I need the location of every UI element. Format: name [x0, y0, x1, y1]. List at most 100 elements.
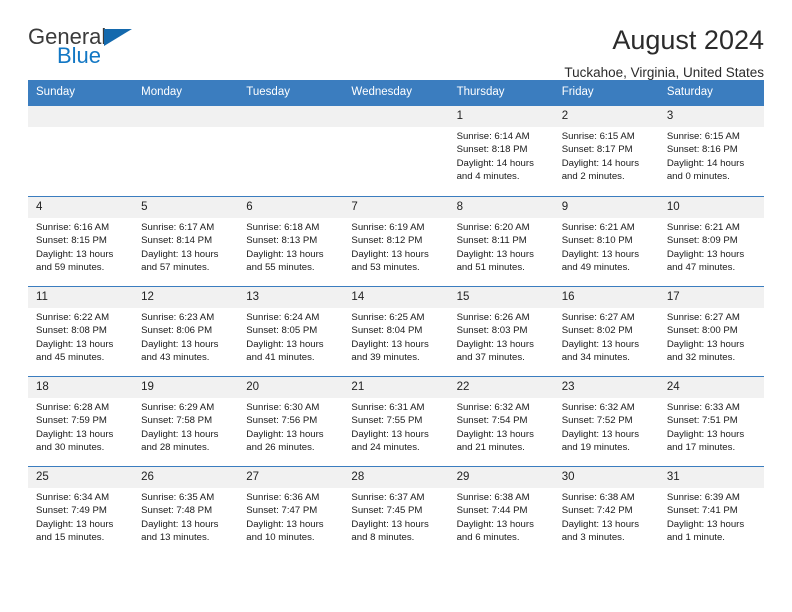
daylight-duration-line2: and 19 minutes. — [561, 442, 630, 454]
day-details: Sunrise: 6:14 AM Sunset: 8:18 PM Daylight:… — [449, 127, 554, 184]
daylight-duration-line2: and 6 minutes. — [456, 532, 520, 544]
day-number: 19 — [133, 376, 239, 398]
sunset-time: Sunset: 8:06 PM — [141, 325, 213, 337]
daylight-duration-line2: and 55 minutes. — [246, 262, 315, 274]
daylight-duration-line1: Daylight: 13 hours — [561, 248, 640, 260]
day-cell[interactable]: 18 Sunrise: 6:28 AM Sunset: 7:59 PM Dayligh… — [28, 376, 134, 466]
day-details: Sunrise: 6:36 AM Sunset: 7:47 PM Daylight:… — [238, 488, 343, 545]
weekday-header-friday: Friday — [561, 86, 594, 98]
day-cell[interactable]: 23 Sunrise: 6:32 AM Sunset: 7:52 PM Dayligh… — [553, 376, 659, 466]
day-cell[interactable]: 24 Sunrise: 6:33 AM Sunset: 7:51 PM Dayligh… — [658, 376, 764, 466]
sunrise-time: Sunrise: 6:29 AM — [141, 401, 215, 413]
day-number: 21 — [343, 376, 449, 398]
sunset-time: Sunset: 8:08 PM — [36, 325, 107, 337]
sunset-time: Sunset: 7:51 PM — [666, 415, 738, 427]
sunset-time: Sunset: 7:41 PM — [666, 505, 738, 517]
day-number: 1 — [448, 105, 554, 127]
day-cell[interactable]: 5 Sunrise: 6:17 AM Sunset: 8:14 PM Daylight… — [133, 196, 239, 286]
day-details: Sunrise: 6:21 AM Sunset: 8:10 PM Daylight:… — [554, 218, 659, 275]
sunrise-time: Sunrise: 6:21 AM — [666, 221, 740, 233]
day-details: Sunrise: 6:24 AM Sunset: 8:05 PM Daylight:… — [238, 308, 343, 365]
sunrise-time: Sunrise: 6:28 AM — [36, 401, 110, 413]
daylight-duration-line1: Daylight: 13 hours — [246, 518, 324, 530]
day-number: 2 — [553, 105, 659, 127]
sunrise-time: Sunrise: 6:32 AM — [561, 401, 635, 413]
day-cell[interactable]: 6 Sunrise: 6:18 AM Sunset: 8:13 PM Daylight… — [238, 196, 344, 286]
sunrise-time: Sunrise: 6:15 AM — [666, 130, 740, 142]
day-cell-empty — [28, 105, 134, 196]
day-cell[interactable]: 21 Sunrise: 6:31 AM Sunset: 7:55 PM Dayligh… — [343, 376, 449, 466]
sunrise-time: Sunrise: 6:23 AM — [141, 311, 215, 323]
day-cell[interactable]: 22 Sunrise: 6:32 AM Sunset: 7:54 PM Dayligh… — [448, 376, 554, 466]
sunrise-time: Sunrise: 6:17 AM — [141, 221, 215, 233]
day-cell[interactable]: 31 Sunrise: 6:39 AM Sunset: 7:41 PM Dayligh… — [658, 466, 764, 556]
day-number: 9 — [553, 196, 659, 218]
weekday-header-wednesday: Wednesday — [351, 86, 412, 98]
day-number: 3 — [658, 105, 764, 127]
day-cell[interactable]: 12 Sunrise: 6:23 AM Sunset: 8:06 PM Dayligh… — [133, 286, 239, 376]
day-cell[interactable]: 14 Sunrise: 6:25 AM Sunset: 8:04 PM Dayligh… — [343, 286, 449, 376]
day-cell[interactable]: 29 Sunrise: 6:38 AM Sunset: 7:44 PM Dayligh… — [448, 466, 554, 556]
day-details: Sunrise: 6:32 AM Sunset: 7:52 PM Daylight:… — [554, 398, 659, 455]
day-number: 8 — [448, 196, 554, 218]
day-cell[interactable]: 4 Sunrise: 6:16 AM Sunset: 8:15 PM Daylight… — [28, 196, 134, 286]
sunset-time: Sunset: 7:45 PM — [351, 505, 423, 517]
sunset-time: Sunset: 7:48 PM — [141, 505, 213, 517]
sunset-time: Sunset: 8:17 PM — [561, 144, 633, 156]
day-details: Sunrise: 6:31 AM Sunset: 7:55 PM Daylight:… — [343, 398, 448, 455]
page-subtitle: Tuckahoe, Virginia, United States — [564, 65, 764, 81]
day-cell[interactable]: 26 Sunrise: 6:35 AM Sunset: 7:48 PM Dayligh… — [133, 466, 239, 556]
weekday-header-saturday: Saturday — [666, 86, 713, 98]
daylight-duration-line1: Daylight: 13 hours — [456, 518, 534, 530]
day-number: 11 — [28, 286, 134, 308]
daylight-duration-line1: Daylight: 13 hours — [36, 518, 114, 530]
day-number: 10 — [658, 196, 764, 218]
day-cell[interactable]: 13 Sunrise: 6:24 AM Sunset: 8:05 PM Dayligh… — [238, 286, 344, 376]
sunset-time: Sunset: 8:02 PM — [561, 325, 633, 337]
day-number — [133, 105, 239, 127]
calendar-grid: Sunday Monday Tuesday Wednesday Thursday… — [28, 80, 764, 556]
day-number: 22 — [448, 376, 554, 398]
day-cell[interactable]: 9 Sunrise: 6:21 AM Sunset: 8:10 PM Daylight… — [553, 196, 659, 286]
day-cell[interactable]: 28 Sunrise: 6:37 AM Sunset: 7:45 PM Dayligh… — [343, 466, 449, 556]
day-cell[interactable]: 1 Sunrise: 6:14 AM Sunset: 8:18 PM Daylight… — [448, 105, 554, 196]
day-cell[interactable]: 11 Sunrise: 6:22 AM Sunset: 8:08 PM Dayligh… — [28, 286, 134, 376]
day-cell[interactable]: 10 Sunrise: 6:21 AM Sunset: 8:09 PM Dayligh… — [658, 196, 764, 286]
day-cell[interactable]: 25 Sunrise: 6:34 AM Sunset: 7:49 PM Dayligh… — [28, 466, 134, 556]
day-details: Sunrise: 6:22 AM Sunset: 8:08 PM Daylight:… — [28, 308, 133, 365]
daylight-duration-line1: Daylight: 13 hours — [141, 248, 219, 260]
sunrise-time: Sunrise: 6:36 AM — [246, 491, 320, 503]
daylight-duration-line1: Daylight: 13 hours — [561, 338, 640, 350]
daylight-duration-line1: Daylight: 13 hours — [456, 338, 534, 350]
day-cell[interactable]: 2 Sunrise: 6:15 AM Sunset: 8:17 PM Daylight… — [553, 105, 659, 196]
day-cell[interactable]: 19 Sunrise: 6:29 AM Sunset: 7:58 PM Dayligh… — [133, 376, 239, 466]
sunset-time: Sunset: 7:42 PM — [561, 505, 633, 517]
sunset-time: Sunset: 7:56 PM — [246, 415, 318, 427]
day-cell[interactable]: 27 Sunrise: 6:36 AM Sunset: 7:47 PM Dayligh… — [238, 466, 344, 556]
day-cell[interactable]: 17 Sunrise: 6:27 AM Sunset: 8:00 PM Dayligh… — [658, 286, 764, 376]
sunset-time: Sunset: 8:03 PM — [456, 325, 528, 337]
sunrise-time: Sunrise: 6:38 AM — [561, 491, 635, 503]
day-cell[interactable]: 30 Sunrise: 6:38 AM Sunset: 7:42 PM Dayligh… — [553, 466, 659, 556]
day-number: 26 — [133, 466, 239, 488]
day-number: 4 — [28, 196, 134, 218]
sunrise-time: Sunrise: 6:32 AM — [456, 401, 530, 413]
day-cell[interactable]: 20 Sunrise: 6:30 AM Sunset: 7:56 PM Dayligh… — [238, 376, 344, 466]
daylight-duration-line1: Daylight: 13 hours — [666, 428, 745, 440]
day-cell[interactable]: 3 Sunrise: 6:15 AM Sunset: 8:16 PM Daylight… — [658, 105, 764, 196]
daylight-duration-line2: and 57 minutes. — [141, 262, 210, 274]
daylight-duration-line1: Daylight: 13 hours — [36, 248, 114, 260]
day-details: Sunrise: 6:15 AM Sunset: 8:17 PM Daylight:… — [554, 127, 659, 184]
daylight-duration-line2: and 28 minutes. — [141, 442, 210, 454]
day-cell[interactable]: 15 Sunrise: 6:26 AM Sunset: 8:03 PM Dayligh… — [448, 286, 554, 376]
day-cell[interactable]: 7 Sunrise: 6:19 AM Sunset: 8:12 PM Daylight… — [343, 196, 449, 286]
sunset-time: Sunset: 8:14 PM — [141, 235, 213, 247]
daylight-duration-line1: Daylight: 13 hours — [351, 428, 429, 440]
day-number: 7 — [343, 196, 449, 218]
general-blue-logo[interactable]: General Blue — [28, 26, 148, 76]
day-cell[interactable]: 16 Sunrise: 6:27 AM Sunset: 8:02 PM Dayligh… — [553, 286, 659, 376]
sunset-time: Sunset: 7:49 PM — [36, 505, 107, 517]
day-cell[interactable]: 8 Sunrise: 6:20 AM Sunset: 8:11 PM Daylight… — [448, 196, 554, 286]
sunset-time: Sunset: 8:18 PM — [456, 144, 528, 156]
day-details: Sunrise: 6:21 AM Sunset: 8:09 PM Daylight:… — [659, 218, 764, 275]
